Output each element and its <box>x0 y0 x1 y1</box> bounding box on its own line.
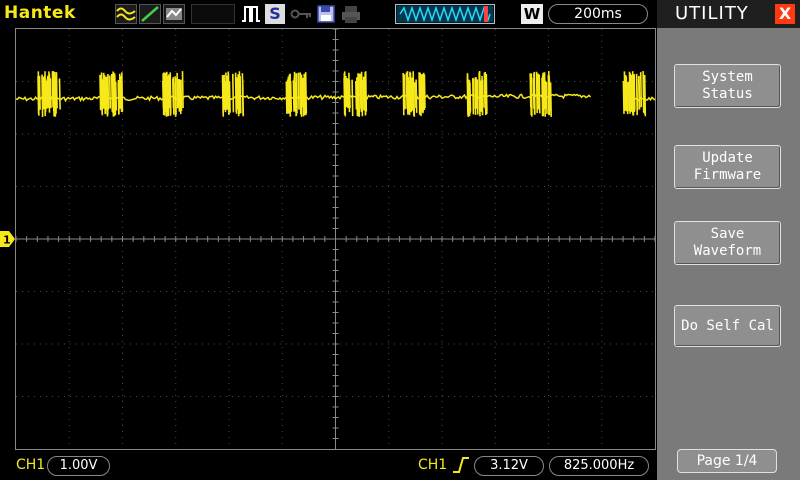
utility-menu: UTILITY X System Status Update Firmware … <box>657 0 800 480</box>
self-cal-button[interactable]: Do Self Cal <box>674 305 781 347</box>
status-bar: Hantek S W 200ms <box>0 0 656 28</box>
pulse-trigger-icon[interactable] <box>241 4 261 24</box>
trace-burst <box>529 70 552 117</box>
trace-burst <box>221 71 245 117</box>
window-icon[interactable]: W <box>521 4 543 24</box>
printer-icon <box>340 4 362 24</box>
timebase-readout: 200ms <box>548 4 648 24</box>
trace-burst <box>402 71 426 117</box>
update-firmware-button[interactable]: Update Firmware <box>674 145 781 189</box>
trace-burst <box>162 71 184 117</box>
waveform-display <box>15 28 656 450</box>
trace-burst <box>622 70 647 117</box>
trigger-level-readout[interactable]: 3.12V <box>474 456 544 476</box>
close-menu-button[interactable]: X <box>775 4 795 24</box>
status-placeholder <box>191 4 235 24</box>
menu-title: UTILITY <box>675 3 749 24</box>
menu-header: UTILITY X <box>657 0 800 28</box>
ch1-scale-readout[interactable]: 1.00V <box>47 456 110 476</box>
single-shot-icon[interactable]: S <box>265 4 285 24</box>
trace-burst <box>466 70 488 117</box>
button-label-line2: Waveform <box>693 243 762 259</box>
save-waveform-button[interactable]: Save Waveform <box>674 221 781 265</box>
page-indicator-button[interactable]: Page 1/4 <box>677 449 777 473</box>
button-label-line1: Update <box>702 150 753 166</box>
save-disk-icon[interactable] <box>316 4 336 24</box>
ch1-ground-marker[interactable]: 1 <box>0 231 15 247</box>
ch1-marker-label: 1 <box>3 234 11 247</box>
button-label-line1: Save <box>710 226 745 242</box>
button-label-line1: Do Self Cal <box>681 317 774 334</box>
channel-status-bar: CH1 1.00V CH1 3.12V 825.000Hz <box>0 451 656 480</box>
button-label-line2: Firmware <box>693 167 762 183</box>
trace-burst <box>37 71 61 118</box>
trace-burst <box>285 71 308 117</box>
button-label-line1: System <box>702 69 753 85</box>
line-mode-icon[interactable] <box>139 4 161 24</box>
ch1-label: CH1 <box>16 457 46 473</box>
system-status-button[interactable]: System Status <box>674 64 781 108</box>
trigger-frequency-readout: 825.000Hz <box>549 456 649 476</box>
trigger-source-label: CH1 <box>418 457 448 473</box>
trace-burst <box>343 71 368 117</box>
wave-mode-icon[interactable] <box>115 4 137 24</box>
brand-logo: Hantek <box>4 3 76 23</box>
trace-burst <box>99 71 124 117</box>
memory-waveform-icon <box>395 4 495 24</box>
persistence-mode-icon[interactable] <box>163 4 185 24</box>
key-lock-icon <box>290 4 312 24</box>
rising-edge-icon <box>452 456 470 474</box>
button-label-line2: Status <box>702 86 753 102</box>
graticule <box>16 29 655 449</box>
